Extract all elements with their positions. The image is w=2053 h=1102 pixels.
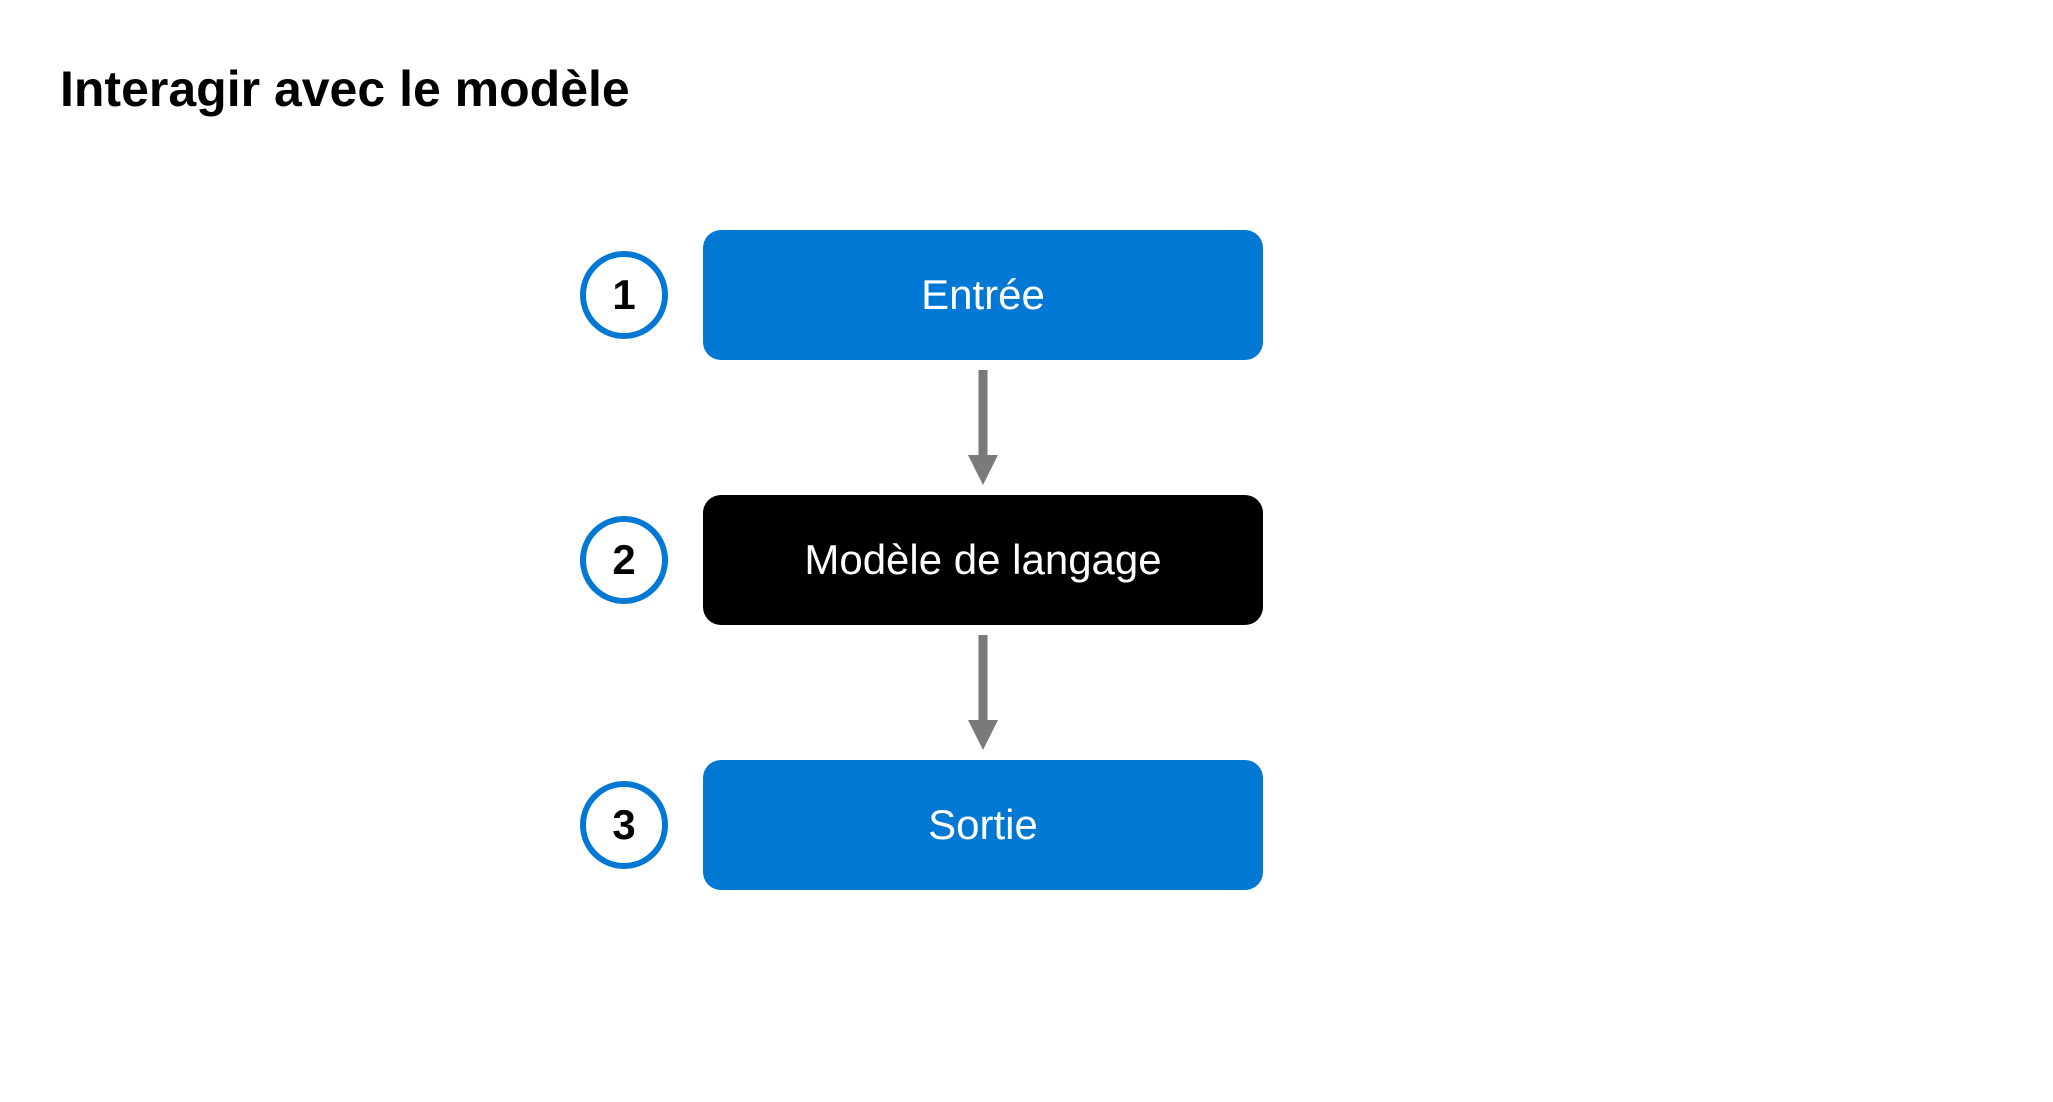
arrow-down-icon xyxy=(968,635,998,750)
diagram-title: Interagir avec le modèle xyxy=(60,60,630,118)
step-box-output: Sortie xyxy=(703,760,1263,890)
step-number-2: 2 xyxy=(580,516,668,604)
step-row-1: 1 Entrée xyxy=(580,230,1263,360)
step-number-3: 3 xyxy=(580,781,668,869)
step-box-input: Entrée xyxy=(703,230,1263,360)
step-number-1: 1 xyxy=(580,251,668,339)
flow-diagram: 1 Entrée 2 Modèle de langage 3 Sortie xyxy=(580,230,1263,890)
arrow-row-2 xyxy=(580,625,1263,760)
step-row-3: 3 Sortie xyxy=(580,760,1263,890)
step-box-model: Modèle de langage xyxy=(703,495,1263,625)
arrow-down-icon xyxy=(968,370,998,485)
arrow-row-1 xyxy=(580,360,1263,495)
step-row-2: 2 Modèle de langage xyxy=(580,495,1263,625)
